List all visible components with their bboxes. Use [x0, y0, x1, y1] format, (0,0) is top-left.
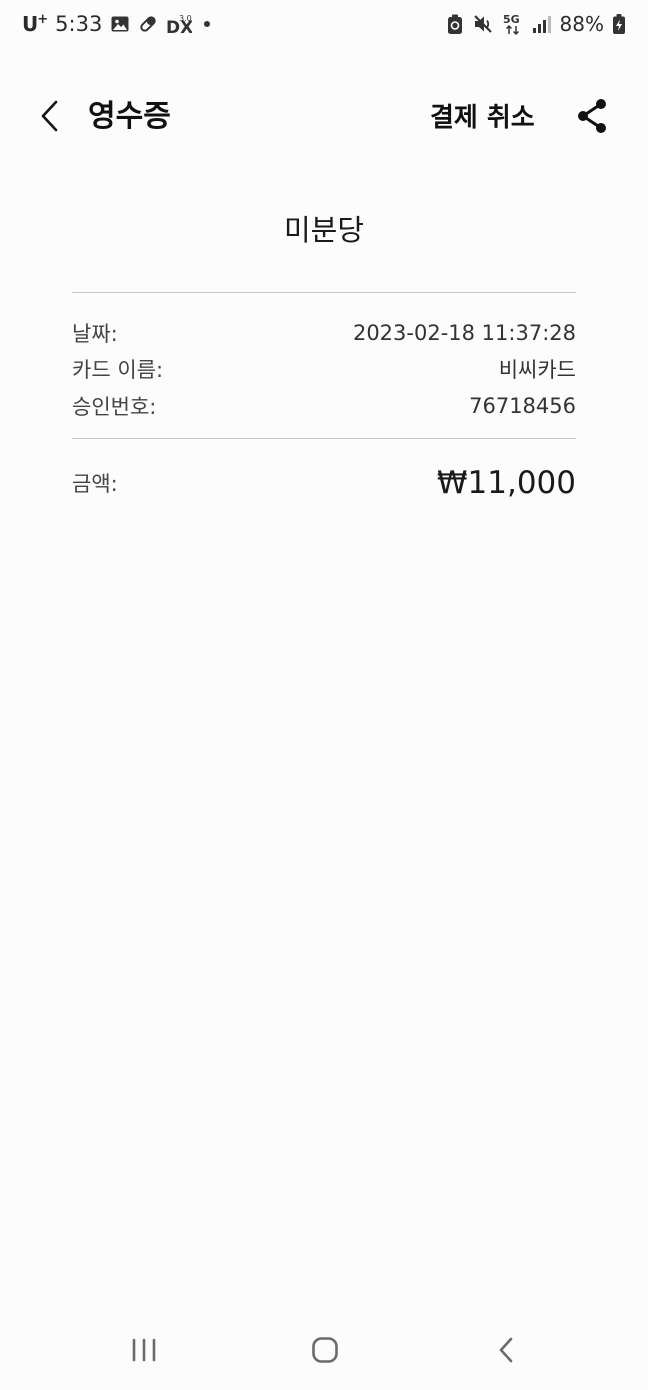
chevron-left-icon	[38, 98, 62, 138]
detail-row-card-name: 카드 이름: 비씨카드	[72, 352, 576, 386]
status-bar-left: U+ 5:33 DX 3.0	[22, 10, 211, 38]
notification-dot	[204, 21, 211, 27]
amount-value: ₩11,000	[436, 465, 576, 501]
approval-number-label: 승인번호:	[72, 395, 157, 419]
date-label: 날짜:	[72, 322, 118, 346]
nav-back-button[interactable]	[482, 1330, 530, 1374]
battery-percent: 88%	[559, 12, 604, 36]
dex-icon: DX 3.0	[166, 12, 192, 36]
amount-row: 금액: ₩11,000	[72, 460, 576, 506]
status-bar: U+ 5:33 DX 3.0 5G 88%	[0, 0, 648, 48]
card-name-value: 비씨카드	[498, 358, 576, 382]
back-icon	[491, 1335, 521, 1369]
back-button[interactable]	[30, 98, 70, 138]
carrier-label: U+	[22, 12, 48, 36]
detail-row-approval-number: 승인번호: 76718456	[72, 389, 576, 423]
detail-row-date: 날짜: 2023-02-18 11:37:28	[72, 316, 576, 350]
share-button[interactable]	[572, 98, 612, 138]
share-icon	[575, 98, 609, 138]
pill-icon	[138, 14, 158, 34]
cancel-payment-button[interactable]: 결제 취소	[430, 98, 535, 138]
recents-button[interactable]	[120, 1330, 168, 1374]
image-icon	[110, 14, 130, 34]
5g-icon: 5G	[502, 12, 524, 36]
divider-bottom	[72, 438, 576, 439]
svg-text:3.0: 3.0	[179, 14, 192, 23]
app-bar: 영수증 결제 취소	[0, 78, 648, 158]
amount-label: 금액:	[72, 472, 118, 496]
navigation-bar	[0, 1316, 648, 1388]
recents-icon	[129, 1335, 159, 1369]
signal-icon	[532, 14, 552, 34]
status-time: 5:33	[55, 12, 103, 36]
battery-saver-icon	[446, 13, 464, 35]
date-value: 2023-02-18 11:37:28	[352, 321, 576, 345]
home-icon	[310, 1335, 340, 1369]
merchant-name: 미분당	[283, 213, 365, 247]
mute-icon	[472, 13, 494, 35]
page-title: 영수증	[88, 99, 171, 134]
approval-number-value: 76718456	[469, 394, 576, 418]
card-name-label: 카드 이름:	[72, 358, 164, 382]
status-bar-right: 5G 88%	[446, 10, 626, 38]
divider-top	[72, 292, 576, 293]
battery-charging-icon	[612, 13, 626, 35]
svg-text:5G: 5G	[503, 13, 520, 26]
home-button[interactable]	[301, 1330, 349, 1374]
